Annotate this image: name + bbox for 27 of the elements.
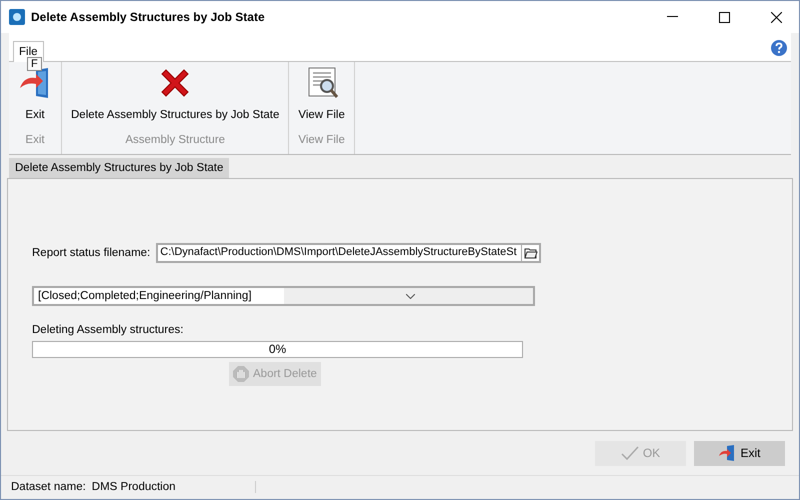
ribbon-button[interactable]: View File [293, 62, 350, 134]
window-title: Delete Assembly Structures by Job State [31, 10, 266, 24]
document-tab[interactable]: Delete Assembly Structures by Job State [9, 158, 230, 178]
group-label: Exit [25, 134, 45, 148]
dataset-name: DMS Production [92, 481, 176, 493]
filename-field[interactable]: C:\Dynafact\Production\DMS\Import\DeleteJAssemblyStructureByStateSt [156, 243, 542, 263]
group-label: View File [298, 134, 345, 148]
folder-icon [524, 247, 538, 259]
exit-door-icon [718, 445, 736, 461]
check-icon [620, 445, 639, 461]
chevron-down-icon [406, 294, 415, 298]
job-state-dropdown[interactable]: [Closed;Completed;Engineering/Planning] [32, 286, 535, 306]
hand-stop-icon [233, 366, 249, 382]
group-label: Assembly Structure [125, 134, 226, 148]
keytip: F [27, 57, 42, 71]
app-logo-icon [9, 9, 25, 25]
help-icon[interactable] [771, 40, 787, 56]
close-icon [770, 12, 782, 22]
maximize-icon [718, 12, 730, 22]
dialog-button[interactable]: Exit [694, 440, 785, 466]
status-label: Dataset name: [11, 481, 86, 493]
minimize-icon [666, 16, 678, 18]
browse-button[interactable] [521, 245, 540, 261]
progress-reading: 0% [268, 342, 288, 357]
field-label: Report status filename: [32, 247, 150, 259]
progress-label: Deleting Assembly structures: [32, 324, 184, 336]
ribbon-button[interactable]: Delete Assembly Structures by Job State [66, 62, 284, 134]
